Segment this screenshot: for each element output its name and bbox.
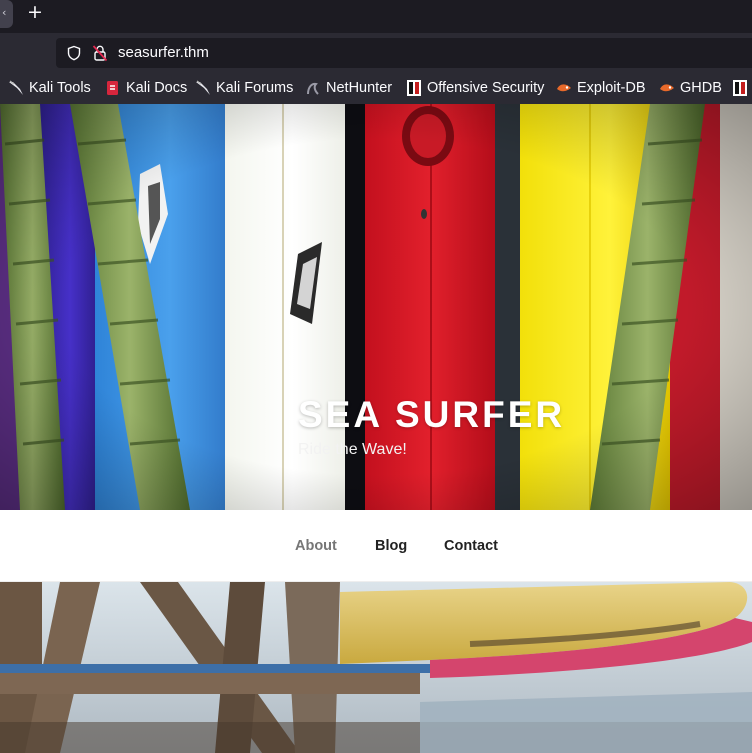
bookmark-kali-tools[interactable]: Kali Tools	[8, 78, 91, 98]
bookmark-label: Offensive Security	[427, 80, 545, 96]
exploit-db-icon	[659, 80, 675, 96]
bookmark-label: GHDB	[680, 80, 722, 96]
featured-image	[0, 582, 752, 753]
new-tab-button[interactable]: +	[24, 1, 46, 25]
bookmark-label: Kali Forums	[216, 80, 294, 96]
bookmark-exploit-db[interactable]: Exploit-DB	[556, 78, 646, 98]
bookmarks-toolbar: Kali Tools Kali Docs Kali Forums NetHunt…	[0, 73, 752, 104]
tab-bar: ‹ +	[0, 0, 752, 33]
beach-rack-photo	[0, 582, 752, 753]
bookmark-nethunter[interactable]: NetHunter	[305, 78, 392, 98]
exploit-db-icon	[556, 80, 572, 96]
offsec-icon	[732, 80, 748, 96]
shield-icon[interactable]	[66, 45, 82, 61]
bookmark-label: Kali Docs	[126, 80, 188, 96]
bookmark-overflow[interactable]	[732, 78, 752, 98]
offsec-icon	[406, 80, 422, 96]
bookmark-kali-forums[interactable]: Kali Forums	[195, 78, 293, 98]
bookmark-label: NetHunter	[326, 80, 393, 96]
nethunter-icon	[305, 80, 321, 96]
site-tagline: Ride the Wave!	[298, 441, 407, 458]
bookmark-kali-docs[interactable]: Kali Docs	[105, 78, 187, 98]
site-title[interactable]: SEA SURFER	[298, 394, 565, 436]
kali-docs-icon	[105, 80, 121, 96]
navigation-toolbar: seasurfer.thm	[0, 33, 752, 73]
url-text[interactable]: seasurfer.thm	[118, 44, 209, 61]
nav-link-about[interactable]: About	[295, 538, 337, 554]
header-image: SEA SURFER Ride the Wave!	[0, 104, 752, 510]
tab-edge-icon: ‹	[2, 6, 7, 19]
kali-dragon-icon	[8, 80, 24, 96]
kali-dragon-icon	[195, 80, 211, 96]
nav-link-contact[interactable]: Contact	[444, 538, 498, 554]
browser-tab[interactable]: ‹	[0, 0, 13, 28]
address-bar[interactable]: seasurfer.thm	[56, 38, 752, 68]
nav-link-blog[interactable]: Blog	[375, 538, 407, 554]
bookmark-label: Kali Tools	[29, 80, 91, 96]
bookmark-label: Exploit-DB	[577, 80, 646, 96]
bookmark-offensive-security[interactable]: Offensive Security	[406, 78, 544, 98]
site-navigation: About Blog Contact	[0, 510, 752, 582]
insecure-lock-icon[interactable]	[92, 44, 108, 62]
bookmark-ghdb[interactable]: GHDB	[659, 78, 722, 98]
